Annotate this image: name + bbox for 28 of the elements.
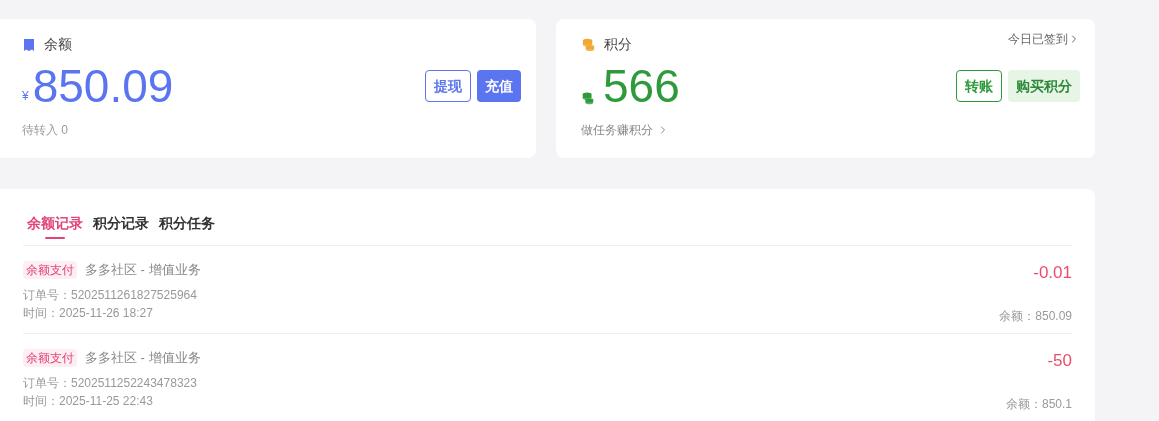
order-number: 订单号：5202511261827525964 <box>23 286 198 304</box>
balance-amount: 850.09 <box>32 59 174 113</box>
checkin-link[interactable]: 今日已签到 <box>1008 29 1080 48</box>
remaining-balance: 余额：850.09 <box>999 308 1072 325</box>
amount-change: -0.01 <box>1033 262 1072 284</box>
record-title: 多多社区 - 增值业务 <box>85 261 201 279</box>
payment-tag: 余额支付 <box>23 260 77 279</box>
remaining-balance: 余额：850.1 <box>1005 396 1072 413</box>
payment-tag: 余额支付 <box>23 348 77 367</box>
record-tab[interactable]: 积分记录 <box>93 211 149 235</box>
record-tab[interactable]: 积分任务 <box>159 211 215 235</box>
action-button[interactable]: 提现 <box>425 70 471 102</box>
points-action-button[interactable]: 转账 <box>956 70 1002 102</box>
record-time: 时间：2025-11-25 22:43 <box>23 392 154 410</box>
record-time: 时间：2025-11-26 18:27 <box>23 304 154 322</box>
record-title: 多多社区 - 增值业务 <box>85 349 201 367</box>
tasks-link[interactable]: 做任务赚积分 <box>581 121 1080 139</box>
coins-icon <box>581 91 595 105</box>
currency-symbol: ¥ <box>22 88 29 105</box>
card-title: 积分 <box>604 35 632 54</box>
points-action-button[interactable]: 购买积分 <box>1008 70 1080 102</box>
points-amount: 566 <box>603 59 680 113</box>
order-number: 订单号：5202511252243478323 <box>23 374 198 392</box>
pending-amount: 待转入 0 <box>22 122 69 139</box>
coins-icon <box>581 37 596 52</box>
action-button[interactable]: 充值 <box>477 70 521 102</box>
card-title: 余额 <box>44 35 72 54</box>
amount-change: -50 <box>1047 350 1072 372</box>
